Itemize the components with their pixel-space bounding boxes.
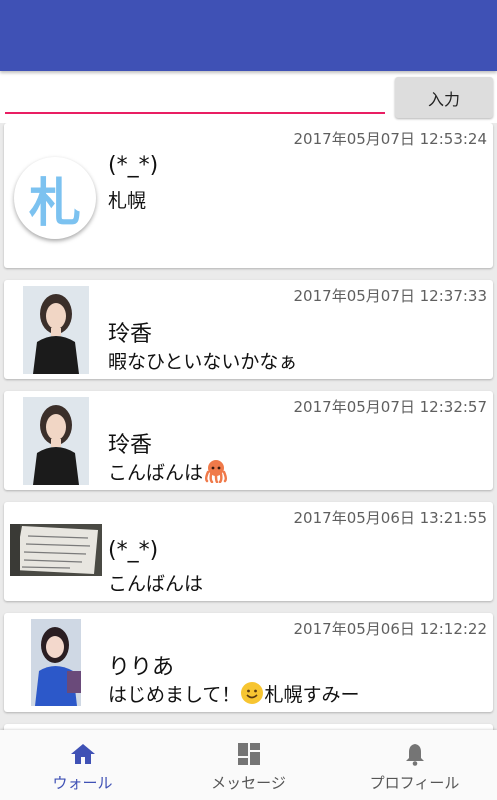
nav-profile-label: プロフィール <box>369 774 460 792</box>
nav-wall[interactable]: ウォール <box>0 730 165 800</box>
post-text-cont: 札幌すみー <box>264 684 360 706</box>
post-card[interactable]: 2017年05月06日 12:12:22 りりあ はじめまして！ 札幌すみー <box>4 613 493 712</box>
post-text: 暇なひといないかなぁ <box>108 351 298 373</box>
home-icon <box>70 742 96 766</box>
post-timestamp: 2017年05月07日 12:37:33 <box>293 287 487 305</box>
post-text: こんばんは <box>108 462 204 484</box>
dashboard-icon <box>237 742 261 766</box>
avatar[interactable]: 札 <box>14 157 96 239</box>
octopus-emoji-icon <box>203 459 229 488</box>
post-card[interactable]: 2017年05月07日 12:32:57 玲香 こんばんは <box>4 391 493 490</box>
post-timestamp: 2017年05月06日 13:21:55 <box>293 509 487 527</box>
post-text-line: こんばんは <box>108 458 229 488</box>
wall-feed[interactable]: 2017年05月07日 12:53:24 札 (*_*) 札幌 2017年05月… <box>0 123 497 730</box>
message-input[interactable] <box>5 80 385 114</box>
post-card[interactable]: 2017年05月07日 12:37:33 玲香 暇なひといないかなぁ <box>4 280 493 379</box>
avatar[interactable] <box>23 286 89 374</box>
app-bar <box>0 0 497 71</box>
avatar[interactable] <box>10 524 102 576</box>
post-text: こんばんは <box>108 573 204 595</box>
bell-icon <box>404 742 426 766</box>
avatar[interactable] <box>23 397 89 485</box>
post-username: 玲香 <box>108 433 153 458</box>
post-text: はじめまして！ <box>108 684 241 706</box>
post-timestamp: 2017年05月07日 12:32:57 <box>293 398 487 416</box>
post-username: りりあ <box>108 655 175 680</box>
submit-button[interactable]: 入力 <box>395 77 493 118</box>
post-timestamp: 2017年05月07日 12:53:24 <box>293 130 487 148</box>
nav-messages[interactable]: メッセージ <box>166 730 331 800</box>
nav-messages-label: メッセージ <box>211 774 286 792</box>
post-timestamp: 2017年05月06日 12:12:22 <box>293 620 487 638</box>
post-text: 札幌 <box>108 190 147 212</box>
post-username: (*_*) <box>108 153 159 178</box>
post-username: (*_*) <box>108 538 159 563</box>
post-card[interactable]: 2017年05月06日 13:21:55 (*_*) こんばんは <box>4 502 493 601</box>
nav-wall-label: ウォール <box>52 774 113 792</box>
post-username: 玲香 <box>108 322 153 347</box>
nav-profile[interactable]: プロフィール <box>332 730 497 800</box>
post-card[interactable]: 2017年05月07日 12:53:24 札 (*_*) 札幌 <box>4 123 493 268</box>
post-text-line: はじめまして！ 札幌すみー <box>108 680 359 710</box>
smiley-emoji-icon <box>240 681 264 710</box>
avatar[interactable] <box>31 619 81 706</box>
bottom-navigation: ウォール メッセージ プロフィール <box>0 730 497 800</box>
